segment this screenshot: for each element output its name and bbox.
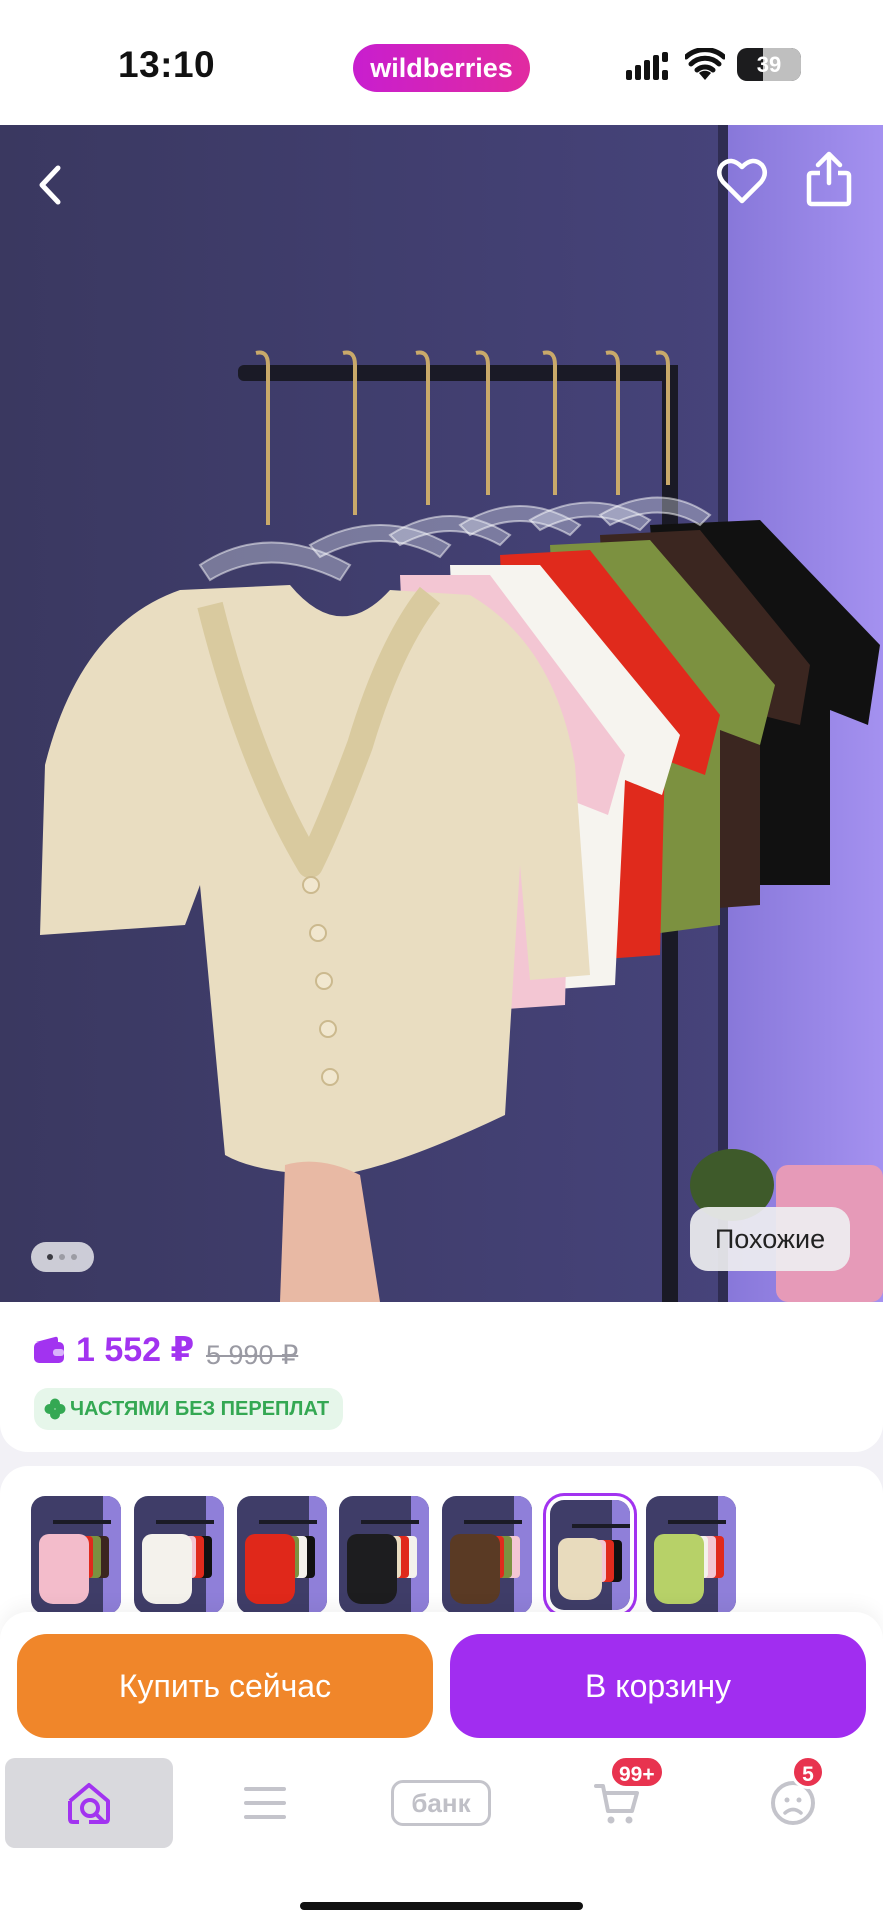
purchase-action-bar: Купить сейчас В корзину <box>0 1612 883 1752</box>
variant-thumb-pink[interactable] <box>31 1496 121 1614</box>
variant-thumb-brown[interactable] <box>442 1496 532 1614</box>
nav-cart[interactable]: 99+ <box>533 1755 701 1848</box>
variant-thumb-black[interactable] <box>339 1496 429 1614</box>
app-badge[interactable]: wildberries <box>353 44 530 92</box>
home-indicator <box>300 1902 583 1910</box>
installment-badge[interactable]: ЧАСТЯМИ БЕЗ ПЕРЕПЛАТ <box>34 1388 344 1430</box>
gallery-pagination-dots <box>31 1242 94 1272</box>
status-bar: 13:10 wildberries 39 <box>0 0 883 125</box>
variant-thumb-red[interactable] <box>237 1496 327 1614</box>
home-search-icon <box>68 1783 110 1824</box>
product-photo <box>0 125 883 1302</box>
bottom-navigation: банк 99+ 5 <box>0 1752 883 1920</box>
battery-indicator: 39 <box>737 48 801 81</box>
nav-catalog[interactable] <box>181 1758 349 1848</box>
old-price: 5 990 ₽ <box>206 1340 299 1370</box>
buy-now-button[interactable]: Купить сейчас <box>17 1634 433 1738</box>
price-card: 1 552 ₽ 5 990 ₽ ЧАСТЯМИ БЕЗ ПЕРЕПЛАТ <box>0 1302 883 1452</box>
similar-products-button[interactable]: Похожие <box>690 1207 850 1271</box>
product-photo-gallery[interactable]: Похожие <box>0 125 883 1302</box>
clover-icon <box>44 1398 66 1420</box>
product-page: 13:10 wildberries 39 Похожие 1 552 ₽ 5 9… <box>0 0 883 1920</box>
installment-label: ЧАСТЯМИ БЕЗ ПЕРЕПЛАТ <box>70 1398 330 1420</box>
cart-count-badge: 99+ <box>609 1755 665 1789</box>
bank-icon: банк <box>391 1780 491 1826</box>
wifi-icon <box>685 48 725 80</box>
battery-level: 39 <box>756 52 782 77</box>
current-price: 1 552 ₽ <box>76 1331 195 1369</box>
nav-bank[interactable]: банк <box>357 1758 525 1848</box>
variant-thumb-white[interactable] <box>134 1496 224 1614</box>
variant-thumb-beige-selected[interactable] <box>550 1500 630 1610</box>
favorite-heart-icon[interactable] <box>716 155 768 207</box>
add-to-cart-button[interactable]: В корзину <box>450 1634 866 1738</box>
status-time: 13:10 <box>118 44 216 85</box>
back-chevron-icon[interactable] <box>30 160 70 210</box>
nav-profile[interactable]: 5 <box>709 1755 877 1848</box>
menu-icon <box>244 1787 286 1819</box>
wallet-icon <box>34 1336 64 1363</box>
cellular-signal-icon <box>626 52 668 80</box>
profile-notification-badge: 5 <box>791 1755 825 1789</box>
share-icon[interactable] <box>806 151 852 207</box>
nav-home[interactable] <box>5 1758 173 1848</box>
variant-thumb-green[interactable] <box>646 1496 736 1614</box>
